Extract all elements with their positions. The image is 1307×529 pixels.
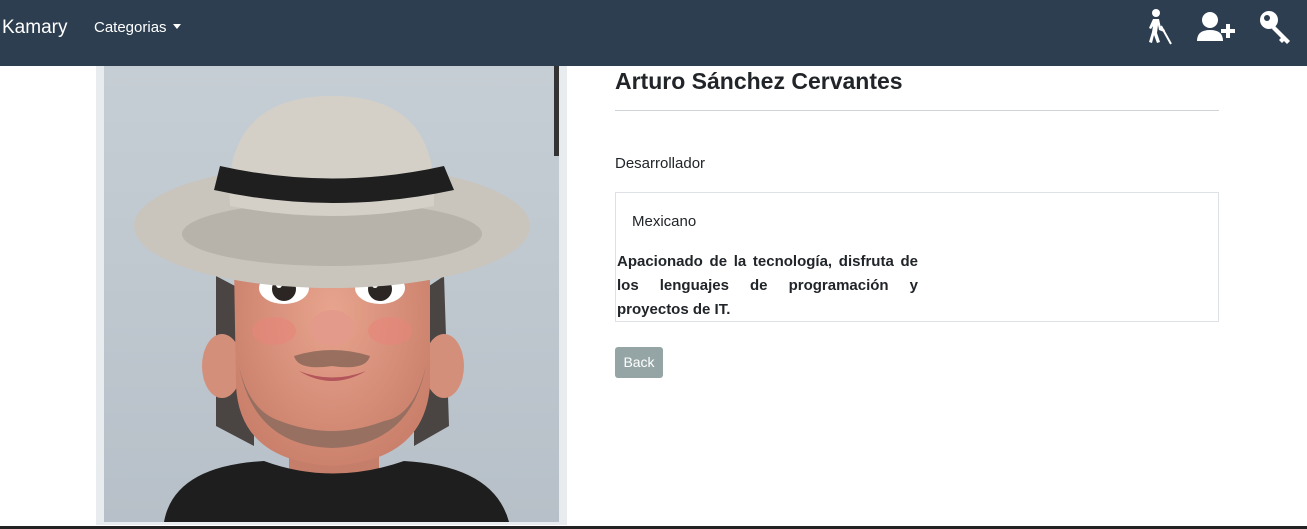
back-button[interactable]: Back (615, 347, 663, 378)
chevron-down-icon (172, 24, 181, 29)
profile-photo-frame (96, 66, 567, 525)
profile-name: Arturo Sánchez Cervantes (615, 68, 903, 94)
key-icon[interactable] (1257, 8, 1297, 48)
accessibility-cane-icon[interactable] (1143, 8, 1175, 48)
top-navbar: Kamary Categorias (0, 0, 1307, 66)
profile-avatar (104, 66, 559, 522)
profile-bio: Apacionado de la tecnología, disfruta de… (617, 253, 918, 318)
add-user-icon[interactable] (1196, 8, 1238, 48)
brand-link[interactable]: Kamary (2, 16, 67, 40)
profile-nationality: Mexicano (632, 213, 697, 230)
name-divider (615, 110, 1219, 111)
profile-role: Desarrollador (615, 155, 706, 172)
categories-label: Categorias (94, 19, 167, 36)
profile-details-card: Mexicano Apacionado de la tecnología, di… (615, 192, 1219, 322)
categories-dropdown[interactable]: Categorias (94, 18, 181, 38)
